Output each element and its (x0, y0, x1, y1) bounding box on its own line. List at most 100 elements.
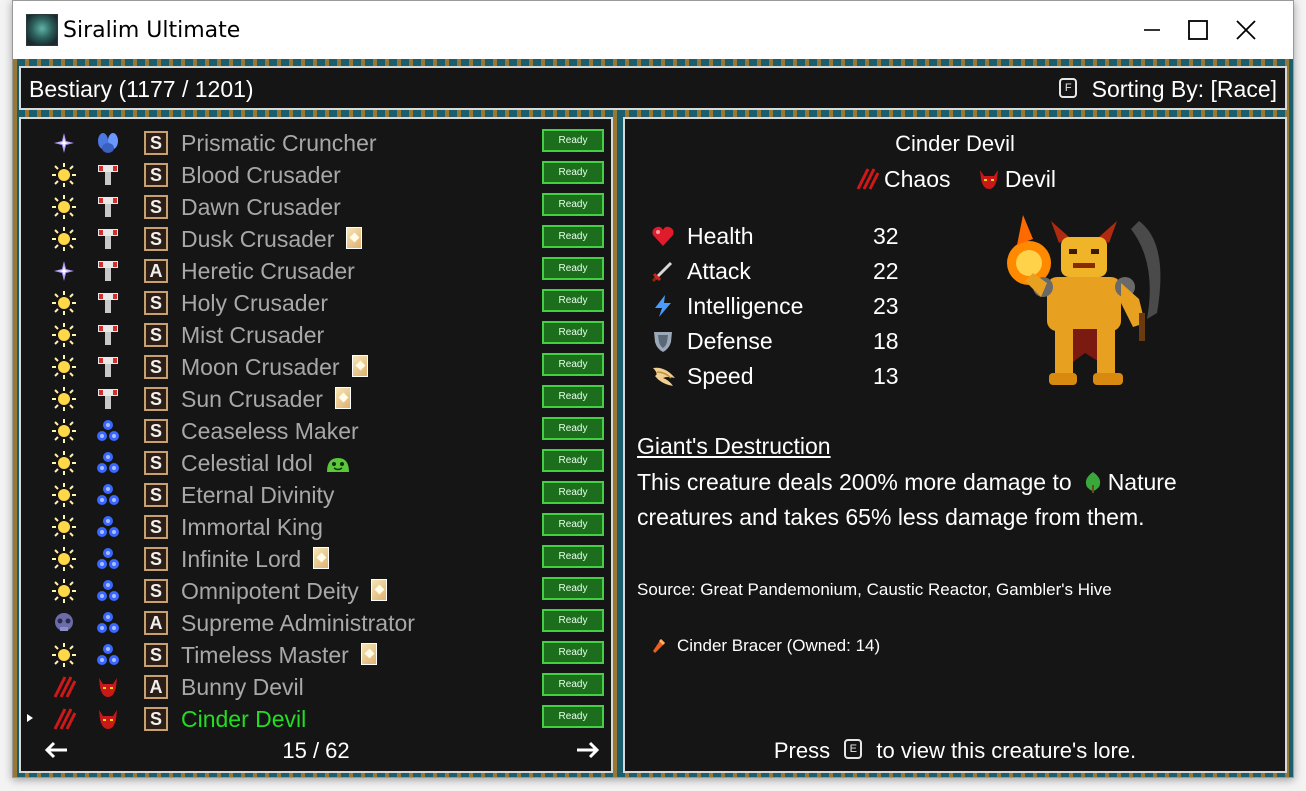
stat-value: 23 (873, 293, 899, 319)
card-icon (313, 547, 330, 569)
nature-icon (1085, 472, 1100, 493)
lore-hint-text: to view this creature's lore. (876, 738, 1137, 763)
rank-badge: S (144, 291, 168, 315)
creature-list-row[interactable]: S Timeless Master Ready (21, 639, 611, 671)
ready-badge: Ready (542, 417, 604, 440)
creature-list-name: Timeless Master (181, 641, 377, 669)
creature-list-name: Heretic Crusader (181, 257, 355, 285)
maximize-icon (1188, 20, 1208, 40)
creature-source: Source: Great Pandemonium, Caustic React… (637, 580, 1112, 599)
deity-race-icon (95, 642, 121, 668)
stat-value: 22 (873, 258, 899, 284)
rank-badge: S (144, 355, 168, 379)
chaos-icon (51, 706, 77, 732)
creature-list-name: Dusk Crusader (181, 225, 363, 253)
creature-list-name: Eternal Divinity (181, 481, 334, 509)
card-icon (334, 387, 351, 409)
creature-list-row[interactable]: S Eternal Divinity Ready (21, 479, 611, 511)
sort-control[interactable]: F Sorting By: [Race] (1059, 76, 1277, 102)
creature-list-name: Sun Crusader (181, 385, 351, 413)
trait-desc-part: creatures and takes 65% less damage from… (637, 504, 1145, 530)
minimize-button[interactable] (1129, 1, 1175, 59)
bracer-icon (653, 639, 665, 653)
crusader-race-icon (95, 322, 121, 348)
creature-list-name: Omnipotent Deity (181, 577, 387, 605)
sparkle-icon (51, 130, 77, 156)
close-icon (1236, 20, 1256, 40)
creature-list-row[interactable]: A Supreme Administrator Ready (21, 607, 611, 639)
trait-description: This creature deals 200% more damage to N… (637, 465, 1267, 535)
heart-icon (651, 224, 675, 248)
sort-label: Sorting By: [Race] (1091, 76, 1277, 102)
lore-key-icon[interactable]: E (844, 739, 863, 760)
close-button[interactable] (1223, 1, 1269, 59)
creature-list: S Prismatic Cruncher Ready S Blood Crusader R… (19, 117, 613, 773)
creature-list-row[interactable]: S Dusk Crusader Ready (21, 223, 611, 255)
deity-race-icon (95, 610, 121, 636)
creature-list-row[interactable]: S Ceaseless Maker Ready (21, 415, 611, 447)
creature-list-name-text: Sun Crusader (181, 386, 323, 412)
creature-list-name: Supreme Administrator (181, 609, 415, 637)
wing-icon (651, 364, 675, 388)
creature-list-row[interactable]: S Sun Crusader Ready (21, 383, 611, 415)
creature-sprite (1007, 215, 1161, 385)
next-page-button[interactable] (573, 735, 603, 765)
sword-icon (651, 259, 675, 283)
ready-badge: Ready (542, 353, 604, 376)
artifact-item: Cinder Bracer (Owned: 14) (651, 635, 880, 657)
creature-list-name-text: Cinder Devil (181, 706, 307, 732)
creature-list-row[interactable]: S Omnipotent Deity Ready (21, 575, 611, 607)
race-tag: Devil (977, 165, 1056, 193)
creature-list-row[interactable]: S Cinder Devil Ready (21, 703, 611, 735)
sun-icon (51, 194, 77, 220)
selection-cursor-icon (27, 714, 33, 722)
creature-list-name-text: Omnipotent Deity (181, 578, 359, 604)
creature-list-name-text: Supreme Administrator (181, 610, 415, 636)
rank-badge: S (144, 131, 168, 155)
creature-list-row[interactable]: S Moon Crusader Ready (21, 351, 611, 383)
rank-badge: S (144, 483, 168, 507)
deity-race-icon (95, 546, 121, 572)
minimize-icon (1144, 29, 1160, 31)
ready-badge: Ready (542, 577, 604, 600)
artifact-item-label: Cinder Bracer (Owned: 14) (677, 636, 881, 655)
creature-list-name-text: Timeless Master (181, 642, 349, 668)
stat-label: Intelligence (687, 293, 804, 319)
creature-list-row[interactable]: S Blood Crusader Ready (21, 159, 611, 191)
sun-icon (51, 290, 77, 316)
sun-icon (51, 546, 77, 572)
creature-list-row[interactable]: A Heretic Crusader Ready (21, 255, 611, 287)
sort-key-icon: F (1059, 77, 1078, 98)
creature-list-row[interactable]: S Immortal King Ready (21, 511, 611, 543)
creature-list-row[interactable]: S Mist Crusader Ready (21, 319, 611, 351)
creature-list-name: Blood Crusader (181, 161, 341, 189)
cruncher-race-icon (95, 130, 121, 156)
creature-list-row[interactable]: S Dawn Crusader Ready (21, 191, 611, 223)
creature-list-row[interactable]: S Infinite Lord Ready (21, 543, 611, 575)
sparkle-icon (51, 258, 77, 284)
sun-icon (51, 450, 77, 476)
skull-icon (51, 610, 77, 636)
creature-list-row[interactable]: S Holy Crusader Ready (21, 287, 611, 319)
window-title: Siralim Ultimate (63, 18, 241, 43)
lightning-icon (651, 294, 675, 318)
deity-race-icon (95, 482, 121, 508)
sun-icon (51, 354, 77, 380)
creature-list-name: Dawn Crusader (181, 193, 341, 221)
sun-icon (51, 162, 77, 188)
game-area: Bestiary (1177 / 1201) F Sorting By: [Ra… (13, 59, 1293, 777)
ready-badge: Ready (542, 385, 604, 408)
ready-badge: Ready (542, 129, 604, 152)
devil-race-icon (95, 706, 121, 732)
crusader-race-icon (95, 162, 121, 188)
class-tag: Chaos (854, 165, 950, 193)
creature-list-row[interactable]: S Prismatic Cruncher Ready (21, 127, 611, 159)
creature-list-row[interactable]: S Celestial Idol Ready (21, 447, 611, 479)
sun-icon (51, 418, 77, 444)
stat-defense: Defense 18 (651, 326, 901, 356)
creature-list-name-text: Infinite Lord (181, 546, 302, 572)
ready-badge: Ready (542, 609, 604, 632)
maximize-button[interactable] (1175, 1, 1221, 59)
trait-title: Giant's Destruction (637, 433, 831, 459)
creature-list-row[interactable]: A Bunny Devil Ready (21, 671, 611, 703)
